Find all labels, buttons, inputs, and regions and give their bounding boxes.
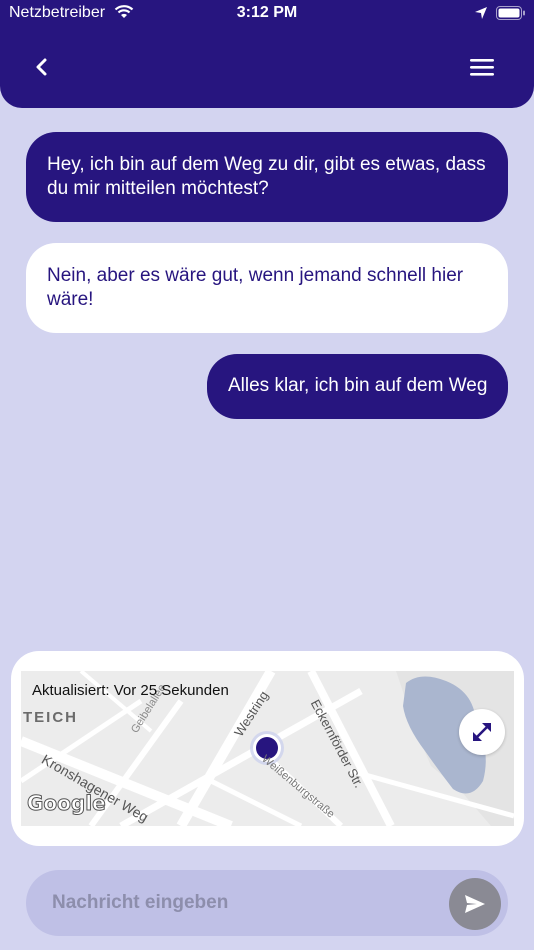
menu-button[interactable]: [468, 56, 496, 80]
send-button[interactable]: [449, 878, 501, 930]
status-bar: Netzbetreiber 3:12 PM: [0, 0, 534, 28]
location-arrow-icon: [474, 6, 488, 25]
hamburger-menu-icon: [470, 59, 494, 76]
back-button[interactable]: [30, 52, 56, 82]
chevron-left-icon: [36, 58, 47, 76]
message-outgoing: Hey, ich bin auf dem Weg zu dir, gibt es…: [26, 132, 508, 222]
expand-arrows-icon: [473, 723, 491, 741]
expand-map-button[interactable]: [459, 709, 505, 755]
map-updated-text: Aktualisiert: Vor 25 Sekunden: [32, 682, 229, 699]
map-label-teich: TEICH: [23, 709, 78, 726]
google-logo: Google: [27, 791, 107, 816]
message-input[interactable]: [52, 890, 432, 916]
map-view[interactable]: TEICH Geibelallee Westring Eckernförder …: [21, 671, 514, 826]
message-incoming: Nein, aber es wäre gut, wenn jemand schn…: [26, 243, 508, 333]
message-composer: [26, 870, 508, 936]
app-header: Netzbetreiber 3:12 PM: [0, 0, 534, 108]
battery-icon: [496, 6, 526, 25]
send-icon: [465, 895, 485, 913]
status-time: 3:12 PM: [236, 4, 298, 21]
location-card: TEICH Geibelallee Westring Eckernförder …: [11, 651, 524, 846]
message-outgoing: Alles klar, ich bin auf dem Weg: [207, 354, 508, 419]
